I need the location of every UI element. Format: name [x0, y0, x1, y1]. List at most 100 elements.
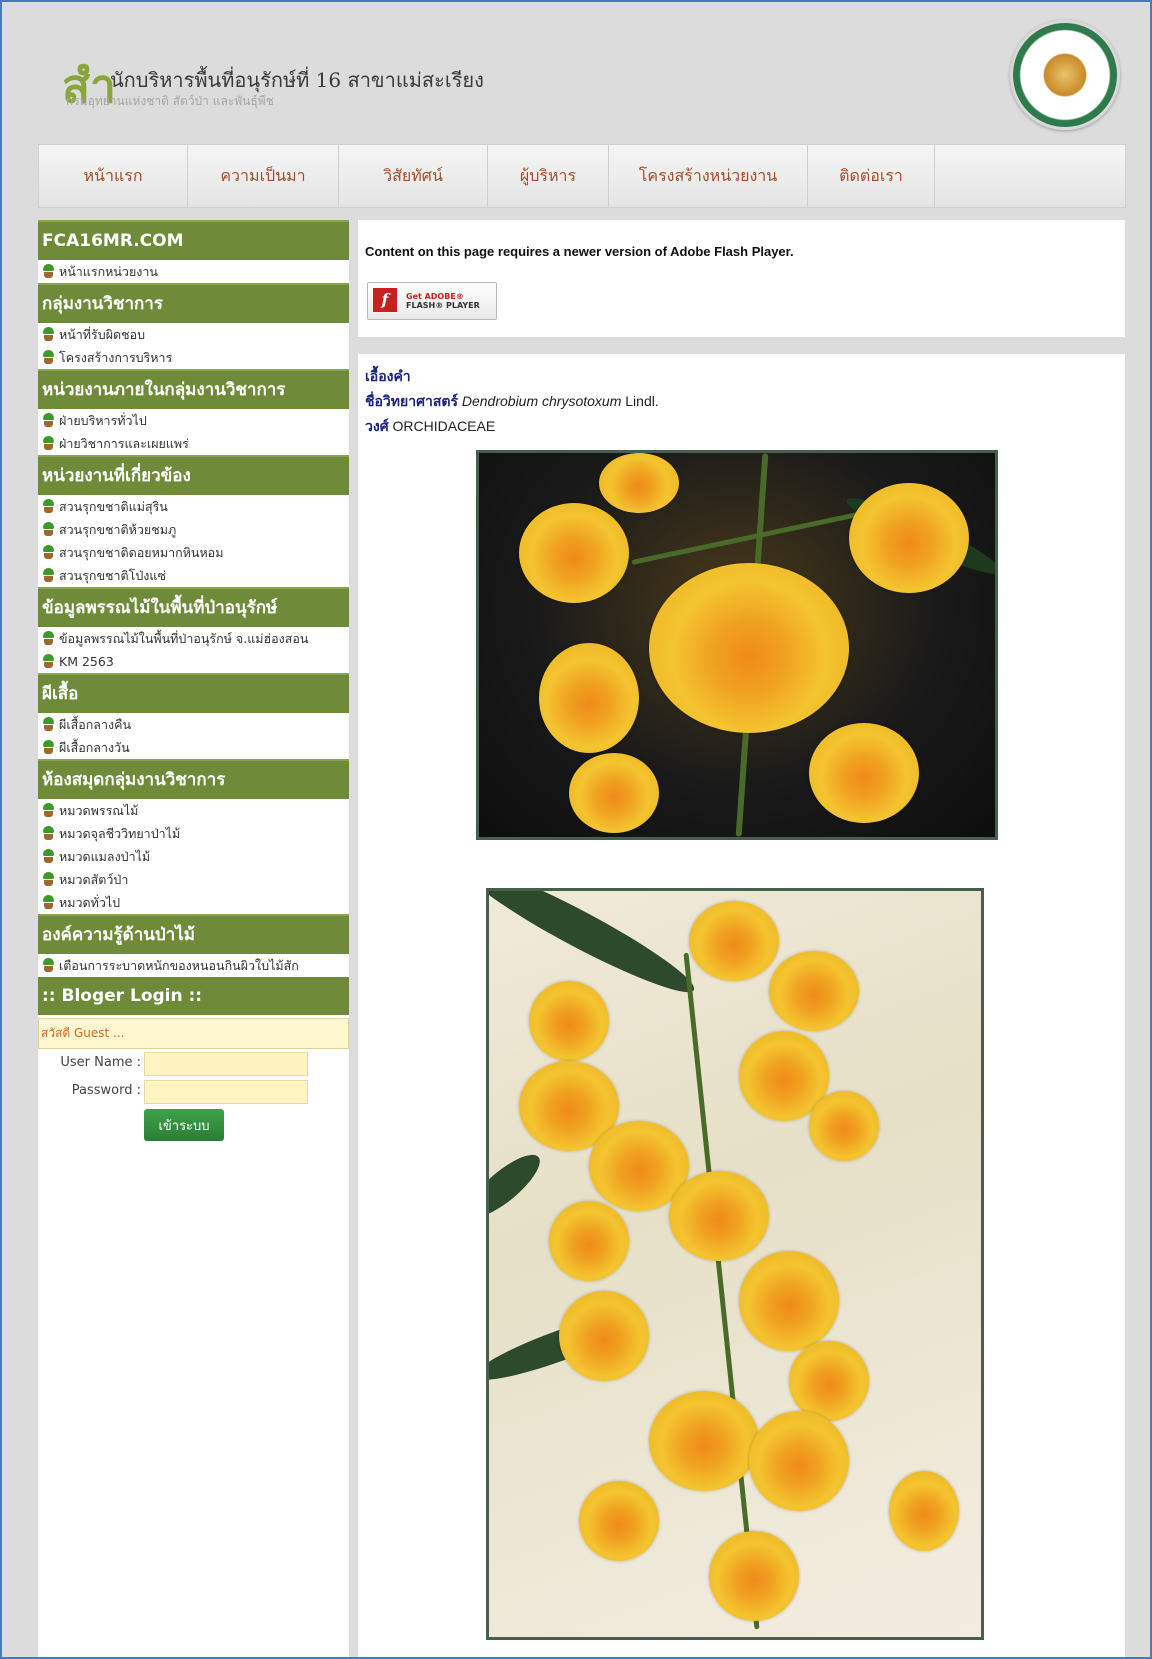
sidebar-link[interactable]: หมวดทั่วไป [38, 891, 349, 914]
password-input[interactable] [144, 1080, 308, 1104]
sidebar-link-label[interactable]: หมวดสัตว์ป่า [59, 872, 128, 887]
sprout-icon [42, 413, 55, 427]
sidebar-section-title: กลุ่มงานวิชาการ [38, 283, 349, 323]
sprout-icon [42, 631, 55, 645]
sprout-icon [42, 545, 55, 559]
sidebar-section-title: ผีเสื้อ [38, 673, 349, 713]
sidebar-link[interactable]: สวนรุกขชาติแม่สุริน [38, 495, 349, 518]
sidebar-link[interactable]: หมวดพรรณไม้ [38, 799, 349, 822]
sidebar-link-label[interactable]: ข้อมูลพรรณไม้ในพื้นที่ป่าอนุรักษ์ จ.แม่ฮ… [59, 631, 308, 646]
sidebar-link[interactable]: หน้าแรกหน่วยงาน [38, 260, 349, 283]
flash-button-label: Get ADOBE® FLASH® PLAYER [406, 292, 480, 310]
sidebar-link-label[interactable]: หน้าแรกหน่วยงาน [59, 264, 158, 279]
nav-history[interactable]: ความเป็นมา [188, 145, 339, 207]
site-subtitle: กรมอุทยานแห่งชาติ สัตว์ป่า และพันธุ์พืช [66, 94, 274, 108]
username-row: User Name : [38, 1049, 349, 1077]
sidebar-link-label[interactable]: หน้าที่รับผิดชอบ [59, 327, 145, 342]
sidebar-link-label[interactable]: KM 2563 [59, 654, 114, 669]
flash-player-icon: f [373, 288, 397, 312]
sidebar-link-label[interactable]: ผีเสื้อกลางคืน [59, 717, 131, 732]
nav-contact[interactable]: ติดต่อเรา [808, 145, 935, 207]
sidebar-section: ข้อมูลพรรณไม้ในพื้นที่ป่าอนุรักษ์ ข้อมูล… [38, 587, 349, 673]
family-label: วงศ์ [365, 419, 389, 435]
sidebar-link[interactable]: โครงสร้างการบริหาร [38, 346, 349, 369]
get-flash-button[interactable]: f Get ADOBE® FLASH® PLAYER [367, 282, 497, 320]
sidebar-section-title: FCA16MR.COM [38, 220, 349, 260]
sprout-icon [42, 499, 55, 513]
plant-common-name: เอื้องคำ [365, 369, 411, 385]
sidebar-link[interactable]: สวนรุกขชาติดอยหมากหินหอม [38, 541, 349, 564]
sidebar-section: ผีเสื้อ ผีเสื้อกลางคืน ผีเสื้อกลางวัน [38, 673, 349, 759]
sidebar-section: ห้องสมุดกลุ่มงานวิชาการ หมวดพรรณไม้ หมวด… [38, 759, 349, 914]
sidebar-link[interactable]: ฝ่ายวิชาการและเผยแพร่ [38, 432, 349, 455]
sidebar-link-label[interactable]: ฝ่ายวิชาการและเผยแพร่ [59, 436, 189, 451]
sidebar-section: กลุ่มงานวิชาการ หน้าที่รับผิดชอบ โครงสร้… [38, 283, 349, 369]
sidebar-link-label[interactable]: เตือนการระบาดหนักของหนอนกินผิวใบไม้สัก [59, 958, 299, 973]
plant-info: เอื้องคำ ชื่อวิทยาศาสตร์ Dendrobium chry… [365, 364, 659, 439]
sidebar-link[interactable]: KM 2563 [38, 650, 349, 673]
sidebar-link[interactable]: สวนรุกขชาติห้วยชมภู [38, 518, 349, 541]
flash-button-line1: Get ADOBE® [406, 292, 464, 301]
sidebar-link-label[interactable]: ฝ่ายบริหารทั่วไป [59, 413, 147, 428]
login-button[interactable]: เข้าระบบ [144, 1109, 224, 1141]
sidebar-link-label[interactable]: หมวดแมลงป่าไม้ [59, 849, 150, 864]
sidebar-link[interactable]: ผีเสื้อกลางคืน [38, 713, 349, 736]
sidebar-link[interactable]: ฝ่ายบริหารทั่วไป [38, 409, 349, 432]
sprout-icon [42, 436, 55, 450]
sprout-icon [42, 327, 55, 341]
login-panel: :: Bloger Login :: สวัสดี Guest ... User… [38, 977, 349, 1149]
sidebar-link[interactable]: ข้อมูลพรรณไม้ในพื้นที่ป่าอนุรักษ์ จ.แม่ฮ… [38, 627, 349, 650]
sidebar-link-label[interactable]: สวนรุกขชาติดอยหมากหินหอม [59, 545, 223, 560]
sidebar-section: หน่วยงานที่เกี่ยวข้อง สวนรุกขชาติแม่สุริ… [38, 455, 349, 587]
sidebar-link[interactable]: สวนรุกขชาติโป่งแซ่ [38, 564, 349, 587]
site-header: สำ นักบริหารพื้นที่อนุรักษ์ที่ 16 สาขาแม… [38, 12, 1128, 137]
sidebar-link-label[interactable]: ผีเสื้อกลางวัน [59, 740, 130, 755]
orchid-photo-closeup [476, 450, 998, 840]
plant-content: เอื้องคำ ชื่อวิทยาศาสตร์ Dendrobium chry… [358, 354, 1125, 1657]
sprout-icon [42, 872, 55, 886]
sidebar-link-label[interactable]: โครงสร้างการบริหาร [59, 350, 172, 365]
orchid-photo-cluster [486, 888, 984, 1640]
sprout-icon [42, 826, 55, 840]
sidebar-link-label[interactable]: สวนรุกขชาติห้วยชมภู [59, 522, 176, 537]
sidebar-link-label[interactable]: หมวดพรรณไม้ [59, 803, 138, 818]
sidebar-link[interactable]: ผีเสื้อกลางวัน [38, 736, 349, 759]
logo-initial: สำ [62, 59, 116, 113]
plant-author: Lindl. [625, 393, 659, 409]
sidebar-link-label[interactable]: สวนรุกขชาติแม่สุริน [59, 499, 168, 514]
sidebar-link[interactable]: หมวดสัตว์ป่า [38, 868, 349, 891]
sidebar-link-label[interactable]: สวนรุกขชาติโป่งแซ่ [59, 568, 166, 583]
sidebar-link[interactable]: หมวดแมลงป่าไม้ [38, 845, 349, 868]
sprout-icon [42, 803, 55, 817]
username-label: User Name : [60, 1055, 141, 1070]
sprout-icon [42, 717, 55, 731]
nav-vision[interactable]: วิสัยทัศน์ [339, 145, 488, 207]
nav-executives[interactable]: ผู้บริหาร [488, 145, 609, 207]
username-input[interactable] [144, 1052, 308, 1076]
sprout-icon [42, 895, 55, 909]
sidebar: FCA16MR.COM หน้าแรกหน่วยงาน กลุ่มงานวิชา… [38, 220, 349, 1657]
sprout-icon [42, 522, 55, 536]
guest-greeting: สวัสดี Guest ... [38, 1018, 349, 1049]
flash-notice: Content on this page requires a newer ve… [358, 220, 1125, 337]
sidebar-link[interactable]: หน้าที่รับผิดชอบ [38, 323, 349, 346]
login-button-row: เข้าระบบ [38, 1109, 349, 1149]
sidebar-section-title: หน่วยงานภายในกลุ่มงานวิชาการ [38, 369, 349, 409]
sidebar-section: หน่วยงานภายในกลุ่มงานวิชาการ ฝ่ายบริหารท… [38, 369, 349, 455]
sprout-icon [42, 958, 55, 972]
plant-species: chrysotoxum [542, 393, 622, 409]
nav-structure[interactable]: โครงสร้างหน่วยงาน [609, 145, 808, 207]
sidebar-link-label[interactable]: หมวดจุลชีววิทยาป่าไม้ [59, 826, 180, 841]
sprout-icon [42, 654, 55, 668]
password-row: Password : [38, 1077, 349, 1105]
sidebar-section: องค์ความรู้ด้านป่าไม้ เตือนการระบาดหนักข… [38, 914, 349, 977]
plant-genus: Dendrobium [461, 393, 539, 409]
sidebar-link[interactable]: หมวดจุลชีววิทยาป่าไม้ [38, 822, 349, 845]
sidebar-section: FCA16MR.COM หน้าแรกหน่วยงาน [38, 220, 349, 283]
sidebar-link[interactable]: เตือนการระบาดหนักของหนอนกินผิวใบไม้สัก [38, 954, 349, 977]
sidebar-link-label[interactable]: หมวดทั่วไป [59, 895, 120, 910]
nav-home[interactable]: หน้าแรก [39, 145, 188, 207]
login-title: :: Bloger Login :: [38, 977, 349, 1015]
sidebar-section-title: องค์ความรู้ด้านป่าไม้ [38, 914, 349, 954]
sidebar-section-title: ข้อมูลพรรณไม้ในพื้นที่ป่าอนุรักษ์ [38, 587, 349, 627]
